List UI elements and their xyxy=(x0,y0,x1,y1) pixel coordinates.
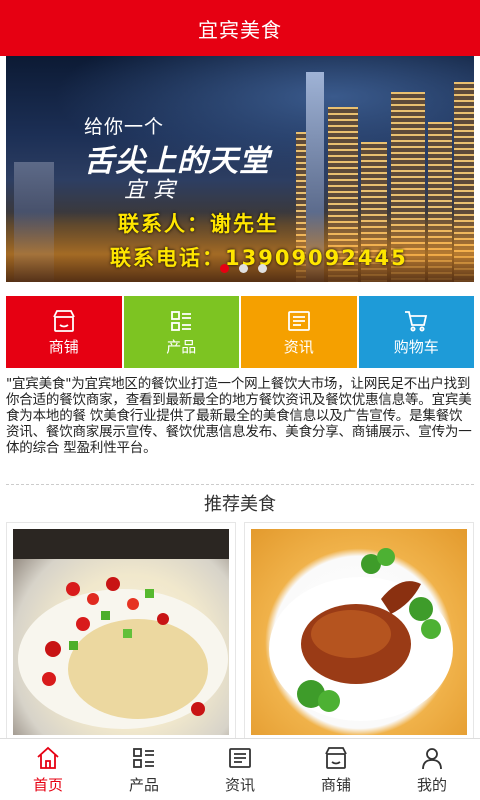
category-shop[interactable]: 商铺 xyxy=(6,296,122,368)
bottom-tab-bar: 首页 产品 资讯 商铺 我的 xyxy=(0,738,480,800)
tab-home[interactable]: 首页 xyxy=(0,739,96,800)
app-header: 宜宾美食 xyxy=(0,0,480,56)
category-cart[interactable]: 购物车 xyxy=(358,296,474,368)
tab-label: 产品 xyxy=(128,775,159,794)
tab-label: 资讯 xyxy=(224,775,255,794)
category-label: 产品 xyxy=(166,338,197,356)
section-title: 推荐美食 xyxy=(204,494,276,515)
banner-contact: 联系人：谢先生 xyxy=(118,212,279,236)
duck-illustration xyxy=(269,548,453,721)
food-card[interactable] xyxy=(6,522,236,742)
category-label: 资讯 xyxy=(283,338,314,356)
food-card[interactable] xyxy=(244,522,474,742)
cart-icon xyxy=(405,311,428,332)
carousel-dots xyxy=(220,264,267,273)
banner-subtitle: 给你一个 xyxy=(84,116,165,138)
product-list-icon xyxy=(133,747,154,768)
home-icon xyxy=(37,746,59,769)
banner-city: 宜 宾 xyxy=(124,178,175,203)
carousel-dot[interactable] xyxy=(220,264,229,273)
category-nav: 商铺 产品 资讯 购物车 xyxy=(6,296,474,368)
category-label: 购物车 xyxy=(393,338,439,356)
tab-label: 我的 xyxy=(416,775,447,794)
tab-product[interactable]: 产品 xyxy=(96,739,192,800)
product-grid-icon xyxy=(171,311,192,331)
news-icon xyxy=(287,311,310,331)
banner-headline: 舌尖上的天堂 xyxy=(84,144,270,179)
shop-icon xyxy=(52,310,75,332)
food-image-duck xyxy=(251,529,467,735)
carousel-dot[interactable] xyxy=(258,264,267,273)
tab-label: 首页 xyxy=(32,775,63,794)
section-divider xyxy=(6,484,474,485)
site-intro: "宜宾美食"为宜宾地区的餐饮业打造一个网上餐饮大市场，让网民足不出户找到你合适的… xyxy=(6,376,472,456)
tab-label: 商铺 xyxy=(320,775,351,794)
banner-carousel[interactable]: 给你一个 舌尖上的天堂 宜 宾 联系人：谢先生 联系电话：13909092445 xyxy=(6,56,474,282)
tab-news[interactable]: 资讯 xyxy=(192,739,288,800)
tab-shop[interactable]: 商铺 xyxy=(288,739,384,800)
tab-mine[interactable]: 我的 xyxy=(384,739,480,800)
category-product[interactable]: 产品 xyxy=(123,296,239,368)
food-image-chicken xyxy=(13,529,229,735)
carousel-dot[interactable] xyxy=(239,264,248,273)
category-news[interactable]: 资讯 xyxy=(241,296,357,368)
category-label: 商铺 xyxy=(48,338,79,356)
user-icon xyxy=(422,747,442,769)
shop-icon xyxy=(325,746,347,769)
news-icon xyxy=(229,747,251,768)
page-title: 宜宾美食 xyxy=(198,17,282,42)
chicken-illustration xyxy=(13,529,229,729)
